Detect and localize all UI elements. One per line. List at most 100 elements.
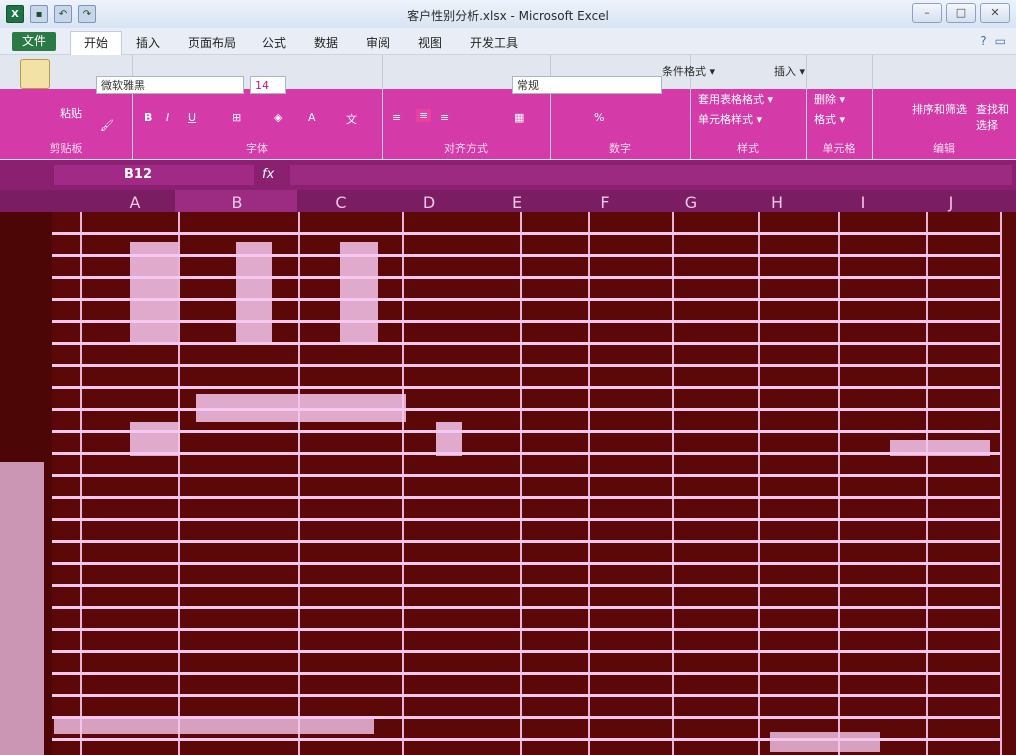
column-gridline xyxy=(80,212,82,755)
paste-icon[interactable] xyxy=(20,59,50,89)
italic-button[interactable]: I xyxy=(166,111,169,124)
column-header-i[interactable]: I xyxy=(848,193,878,212)
column-header-j[interactable]: J xyxy=(936,193,966,212)
tab-view[interactable]: 视图 xyxy=(418,34,442,51)
column-header-g[interactable]: G xyxy=(676,193,706,212)
font-name-select[interactable]: 微软雅黑 xyxy=(96,76,244,94)
row-gridline xyxy=(52,628,1000,631)
align-left-icon[interactable]: ≡ xyxy=(392,111,401,124)
tab-file[interactable]: 文件 xyxy=(12,32,56,51)
row-gridline xyxy=(52,364,1000,367)
ribbon-tabs: 文件 开始 插入 页面布局 公式 数据 审阅 视图 开发工具 ? ▭ xyxy=(0,28,1016,55)
worksheet-grid[interactable] xyxy=(0,212,1016,755)
fill-color-icon[interactable]: ◈ xyxy=(274,111,282,124)
fx-icon[interactable]: fx xyxy=(262,167,274,182)
row-gridline xyxy=(52,672,1000,675)
row-gridline xyxy=(52,320,1000,323)
cell-style-button[interactable]: 单元格样式 ▾ xyxy=(698,111,762,127)
row-gridline xyxy=(52,408,1000,411)
cell-block xyxy=(890,440,990,456)
group-cells: 单元格 xyxy=(806,55,873,159)
cell-block xyxy=(770,732,880,752)
minimize-button[interactable]: – xyxy=(912,3,942,23)
group-label-number: 数字 xyxy=(609,142,631,155)
group-label-clipboard: 剪贴板 xyxy=(49,142,83,155)
delete-cells-button[interactable]: 删除 ▾ xyxy=(814,91,845,107)
cell-block xyxy=(340,242,378,342)
group-label-cells: 单元格 xyxy=(822,142,856,155)
paste-label[interactable]: 粘贴 xyxy=(60,105,82,121)
row-gridline xyxy=(52,474,1000,477)
column-gridline xyxy=(588,212,590,755)
table-format-button[interactable]: 套用表格格式 ▾ xyxy=(698,91,773,107)
font-color-icon[interactable]: A xyxy=(308,111,316,124)
insert-cells-button[interactable]: 插入 ▾ xyxy=(774,63,805,79)
format-cells-button[interactable]: 格式 ▾ xyxy=(814,111,845,127)
phonetic-icon[interactable]: 文 xyxy=(346,111,357,127)
align-center-icon[interactable]: ≡ xyxy=(416,109,432,122)
tab-developer[interactable]: 开发工具 xyxy=(470,34,518,51)
font-size-select[interactable]: 14 xyxy=(250,76,286,94)
ribbon: 粘贴 🖌 剪贴板 字体 微软雅黑 14 B I U ⊞ ◈ A 文 对齐方式 ≡… xyxy=(0,55,1016,160)
formula-bar: B12 fx xyxy=(0,160,1016,190)
column-gridline xyxy=(672,212,674,755)
column-header-f[interactable]: F xyxy=(590,193,620,212)
bold-button[interactable]: B xyxy=(144,111,152,124)
column-headers: A B C D E F G H I J xyxy=(0,190,1016,212)
tab-formulas[interactable]: 公式 xyxy=(262,34,286,51)
group-alignment: 对齐方式 xyxy=(382,55,551,159)
column-gridline xyxy=(926,212,928,755)
cell-block xyxy=(130,242,178,342)
group-label-editing: 编辑 xyxy=(933,142,955,155)
row-gridline xyxy=(52,562,1000,565)
close-button[interactable]: ✕ xyxy=(980,3,1010,23)
group-label-alignment: 对齐方式 xyxy=(444,142,488,155)
help-icon[interactable]: ? xyxy=(980,34,986,48)
title-bar: X ▪ ↶ ↷ 客户性别分析.xlsx - Microsoft Excel – … xyxy=(0,0,1016,29)
group-label-styles: 样式 xyxy=(737,142,759,155)
cell-block xyxy=(130,422,180,456)
sort-filter-button[interactable]: 排序和筛选 xyxy=(912,101,967,117)
underline-button[interactable]: U xyxy=(188,111,196,124)
align-right-icon[interactable]: ≡ xyxy=(440,111,449,124)
ribbon-minimize-icon[interactable]: ▭ xyxy=(995,34,1006,48)
row-gridline xyxy=(52,232,1000,235)
borders-icon[interactable]: ⊞ xyxy=(232,111,241,124)
column-header-e[interactable]: E xyxy=(502,193,532,212)
cell-block xyxy=(236,242,272,342)
row-gridline xyxy=(52,606,1000,609)
column-gridline xyxy=(758,212,760,755)
tab-insert[interactable]: 插入 xyxy=(136,34,160,51)
row-gridline xyxy=(52,540,1000,543)
column-header-c[interactable]: C xyxy=(326,193,356,212)
help-controls: ? ▭ xyxy=(980,34,1006,48)
find-select-button[interactable]: 查找和选择 xyxy=(976,101,1016,133)
column-header-h[interactable]: H xyxy=(762,193,792,212)
tab-review[interactable]: 审阅 xyxy=(366,34,390,51)
group-font: 字体 xyxy=(132,55,383,159)
column-header-b[interactable]: B xyxy=(222,193,252,212)
column-header-a[interactable]: A xyxy=(120,193,150,212)
number-format-select[interactable]: 常规 xyxy=(512,76,662,94)
row-gridline xyxy=(52,254,1000,257)
conditional-format-button[interactable]: 条件格式 ▾ xyxy=(662,63,715,79)
name-box[interactable]: B12 xyxy=(54,165,254,185)
tab-data[interactable]: 数据 xyxy=(314,34,338,51)
row-gridline xyxy=(52,452,1000,455)
row-gridline xyxy=(52,342,1000,345)
window-title: 客户性别分析.xlsx - Microsoft Excel xyxy=(407,9,609,23)
column-gridline xyxy=(838,212,840,755)
cell-block xyxy=(436,422,462,456)
tab-home[interactable]: 开始 xyxy=(70,31,122,55)
maximize-button[interactable]: □ xyxy=(946,3,976,23)
format-painter-icon[interactable]: 🖌 xyxy=(100,119,114,132)
row-gridline xyxy=(52,298,1000,301)
column-gridline xyxy=(1000,212,1002,755)
column-gridline xyxy=(298,212,300,755)
merge-center-icon[interactable]: ▦ xyxy=(514,111,524,124)
formula-input[interactable] xyxy=(290,165,1012,185)
column-header-d[interactable]: D xyxy=(414,193,444,212)
tab-page-layout[interactable]: 页面布局 xyxy=(188,34,236,51)
row-gridline xyxy=(52,496,1000,499)
percent-button[interactable]: % xyxy=(594,111,604,124)
